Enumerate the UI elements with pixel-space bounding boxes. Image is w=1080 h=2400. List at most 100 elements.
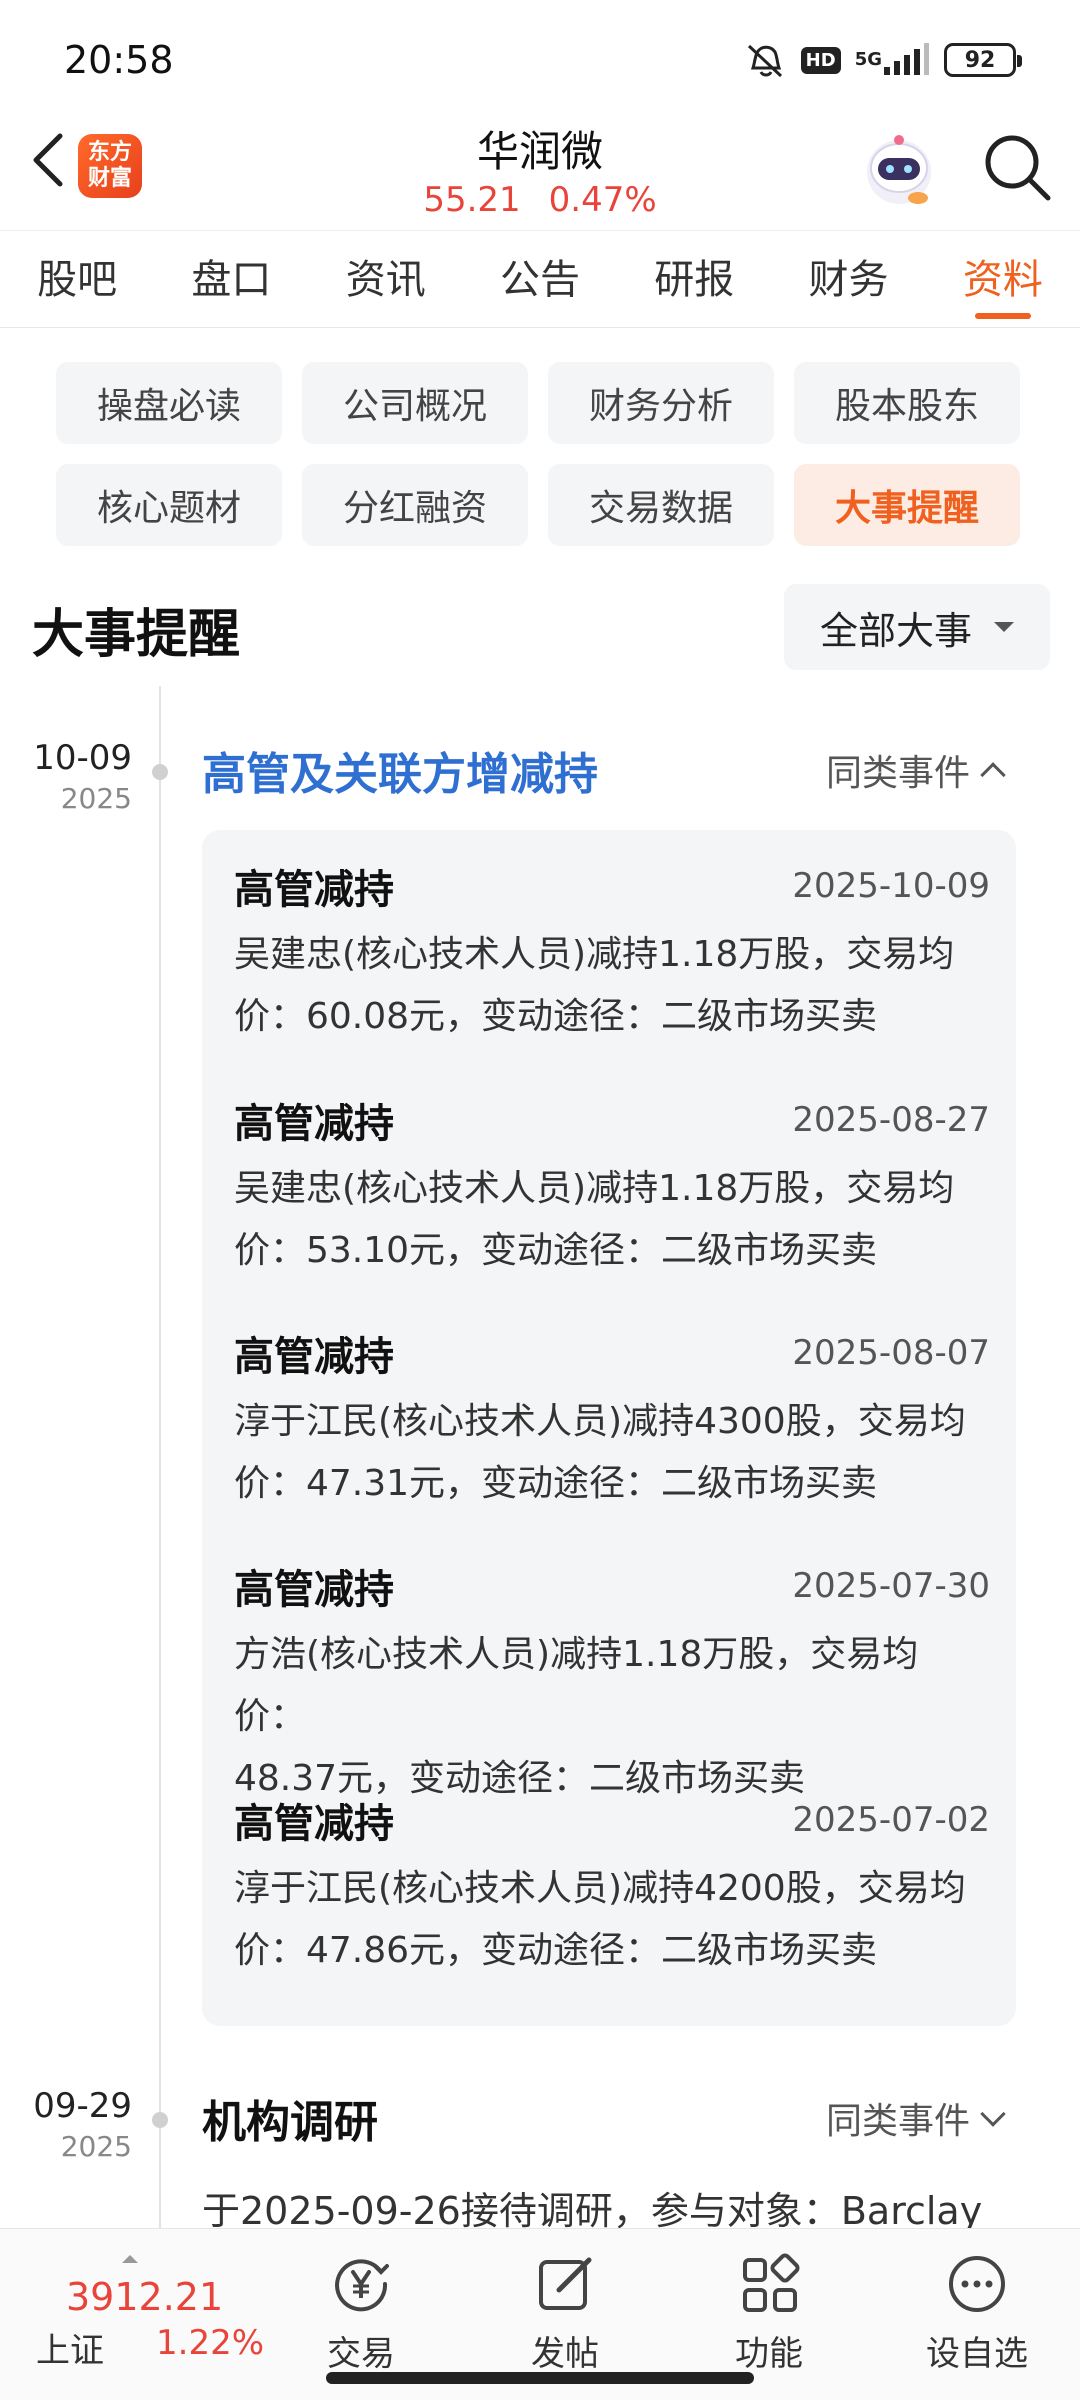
status-bar: 20:58 HD 5G 92 [0, 0, 1080, 120]
detail-item: 高管减持 2025-10-09 吴建忠(核心技术人员)减持1.18万股，交易均 价：… [234, 858, 990, 1048]
detail-type: 高管减持 [234, 1101, 394, 1147]
index-ticker[interactable]: 3912.21 上证 1.22% [36, 2249, 264, 2371]
event-date: 09-29 2025 [0, 2086, 132, 2163]
detail-line2: 价：47.31元，变动途径：二级市场买卖 [234, 1463, 878, 1504]
event-summary: 于2025-09-26接待调研，参与对象：Barclay [202, 2189, 983, 2233]
nav-post-label: 发帖 [531, 2334, 599, 2374]
nav-add-watchlist[interactable]: 设自选 [912, 2252, 1042, 2382]
subtab-trading-data[interactable]: 交易数据 [548, 464, 774, 546]
detail-text: 方浩(核心技术人员)减持1.18万股，交易均价： 48.37元，变动途径：二级市场… [234, 1624, 990, 1810]
subtab-dividends[interactable]: 分红融资 [302, 464, 528, 546]
tab-news[interactable]: 资讯 [309, 231, 463, 327]
home-indicator[interactable] [326, 2372, 754, 2384]
nav-trade-label: 交易 [327, 2334, 395, 2374]
subtab-core-themes[interactable]: 核心题材 [56, 464, 282, 546]
caret-up-icon [122, 2255, 138, 2263]
section-title: 大事提醒 [32, 605, 241, 665]
detail-line2: 价：47.86元，变动途径：二级市场买卖 [234, 1930, 878, 1971]
event-filter-label: 全部大事 [819, 608, 972, 653]
detail-item: 高管减持 2025-08-27 吴建忠(核心技术人员)减持1.18万股，交易均 价：… [234, 1092, 990, 1282]
detail-line1: 淳于江民(核心技术人员)减持4300股，交易均 [234, 1401, 966, 1442]
detail-line1: 吴建忠(核心技术人员)减持1.18万股，交易均 [234, 934, 955, 975]
detail-line1: 吴建忠(核心技术人员)减持1.18万股，交易均 [234, 1168, 955, 1209]
detail-item: 高管减持 2025-07-30 方浩(核心技术人员)减持1.18万股，交易均价： 4… [234, 1558, 990, 1810]
detail-text: 吴建忠(核心技术人员)减持1.18万股，交易均 价：53.10元，变动途径：二级市… [234, 1158, 990, 1282]
detail-text: 吴建忠(核心技术人员)减持1.18万股，交易均 价：60.08元，变动途径：二级市… [234, 924, 990, 1048]
tab-profile[interactable]: 资料 [926, 231, 1080, 327]
tab-guba[interactable]: 股吧 [0, 231, 154, 327]
grid-icon [743, 2253, 800, 2312]
event-detail-card: 高管减持 2025-10-09 吴建忠(核心技术人员)减持1.18万股，交易均 价：… [202, 830, 1016, 2026]
status-icons: HD 5G 92 [743, 38, 1022, 82]
event-title[interactable]: 机构调研 [202, 2086, 378, 2150]
tab-announcements[interactable]: 公告 [463, 231, 617, 327]
index-name: 上证 [36, 2331, 104, 2371]
event-year: 2025 [60, 782, 132, 815]
detail-line1: 淳于江民(核心技术人员)减持4200股，交易均 [234, 1868, 966, 1909]
stock-change: 0.47% [548, 180, 657, 220]
detail-type: 高管减持 [234, 1801, 394, 1847]
subtab-company-overview[interactable]: 公司概况 [302, 362, 528, 444]
mute-icon [743, 40, 787, 80]
more-circle-icon [949, 2256, 1005, 2312]
detail-date: 2025-08-07 [792, 1333, 990, 1373]
detail-date: 2025-10-09 [792, 866, 990, 906]
assistant-robot-icon[interactable] [858, 128, 940, 210]
nav-post[interactable]: 发帖 [500, 2252, 630, 2382]
search-button[interactable] [980, 130, 1054, 204]
subtab-financial-analysis[interactable]: 财务分析 [548, 362, 774, 444]
event-year: 2025 [60, 2130, 132, 2163]
edit-icon [539, 2257, 592, 2310]
detail-date: 2025-07-02 [792, 1800, 990, 1840]
detail-text: 淳于江民(核心技术人员)减持4200股，交易均 价：47.86元，变动途径：二级市… [234, 1858, 990, 1982]
nav-functions-label: 功能 [735, 2334, 803, 2374]
detail-type: 高管减持 [234, 1334, 394, 1380]
detail-line2: 价：60.08元，变动途径：二级市场买卖 [234, 996, 878, 1037]
event-month-day: 10-09 [33, 738, 132, 778]
battery-indicator: 92 [944, 43, 1022, 77]
chevron-up-icon [980, 762, 1006, 788]
subtab-grid: 操盘必读 公司概况 财务分析 股本股东 核心题材 分红融资 交易数据 大事提醒 [56, 362, 1026, 546]
similar-events-toggle[interactable]: 同类事件 [826, 744, 1006, 796]
detail-item: 高管减持 2025-08-07 淳于江民(核心技术人员)减持4300股，交易均 价：… [234, 1325, 990, 1515]
search-icon [985, 135, 1051, 201]
subtab-must-read[interactable]: 操盘必读 [56, 362, 282, 444]
stock-price: 55.21 [423, 180, 521, 220]
index-value: 3912.21 [66, 2275, 224, 2319]
caret-down-icon [994, 622, 1014, 632]
subtab-major-events[interactable]: 大事提醒 [794, 464, 1020, 546]
detail-date: 2025-07-30 [792, 1566, 990, 1606]
status-time: 20:58 [64, 38, 174, 82]
similar-events-label: 同类事件 [826, 2101, 971, 2142]
similar-events-toggle[interactable]: 同类事件 [826, 2092, 1006, 2144]
yen-circle-icon [335, 2259, 389, 2312]
timeline-line [159, 686, 161, 2230]
signal-icon: 5G [855, 43, 930, 77]
tab-finance[interactable]: 财务 [771, 231, 925, 327]
timeline-dot [152, 764, 168, 780]
event-filter-dropdown[interactable]: 全部大事 [784, 584, 1050, 670]
similar-events-label: 同类事件 [826, 753, 971, 794]
event-month-day: 09-29 [33, 2086, 132, 2126]
tab-research[interactable]: 研报 [617, 231, 771, 327]
detail-line1: 方浩(核心技术人员)减持1.18万股，交易均价： [234, 1634, 919, 1737]
detail-date: 2025-08-27 [792, 1100, 990, 1140]
detail-type: 高管减持 [234, 1567, 394, 1613]
detail-line2: 价：53.10元，变动途径：二级市场买卖 [234, 1230, 878, 1271]
nav-add-watchlist-label: 设自选 [926, 2334, 1028, 2374]
hd-badge: HD [800, 46, 841, 74]
detail-item: 高管减持 2025-07-02 淳于江民(核心技术人员)减持4200股，交易均 价：… [234, 1792, 990, 1982]
main-tabs: 股吧 盘口 资讯 公告 研报 财务 资料 [0, 230, 1080, 328]
detail-text: 淳于江民(核心技术人员)减持4300股，交易均 价：47.31元，变动途径：二级市… [234, 1391, 990, 1515]
event-title[interactable]: 高管及关联方增减持 [202, 738, 598, 802]
detail-type: 高管减持 [234, 867, 394, 913]
network-label: 5G [854, 49, 882, 70]
event-date: 10-09 2025 [0, 738, 132, 815]
index-change: 1.22% [156, 2323, 265, 2363]
tab-pankou[interactable]: 盘口 [154, 231, 308, 327]
chevron-down-icon [980, 2101, 1006, 2127]
nav-functions[interactable]: 功能 [704, 2252, 834, 2382]
timeline-dot [152, 2112, 168, 2128]
nav-trade[interactable]: 交易 [296, 2252, 426, 2382]
subtab-shareholders[interactable]: 股本股东 [794, 362, 1020, 444]
